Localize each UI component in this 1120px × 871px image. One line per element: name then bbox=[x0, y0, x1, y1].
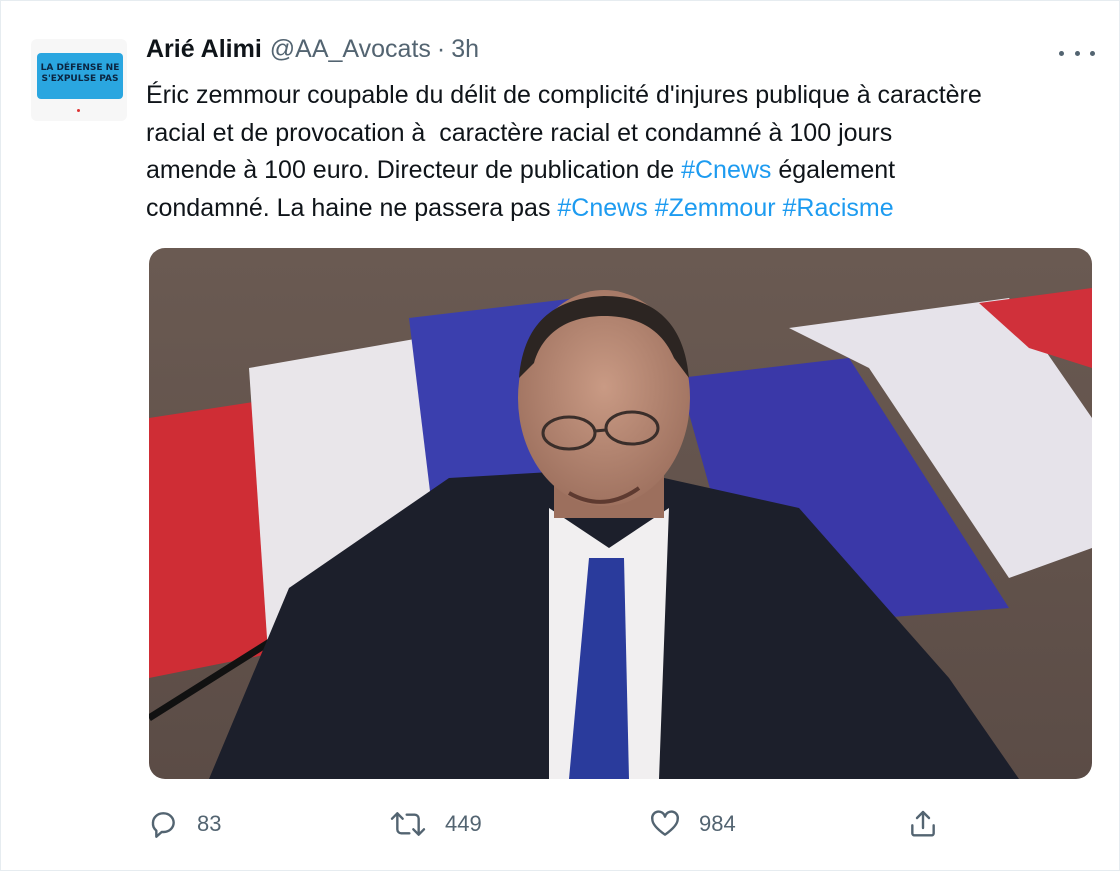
share-button[interactable] bbox=[907, 801, 957, 847]
retweet-button[interactable]: 449 bbox=[389, 801, 482, 847]
tweet-actions: 83 449 984 bbox=[1, 801, 1120, 847]
hashtag-link[interactable]: #Zemmour bbox=[655, 194, 776, 222]
tweet-text-segment: Éric zemmour coupable du délit de compli… bbox=[146, 81, 982, 109]
hashtag-link[interactable]: #Cnews bbox=[557, 194, 647, 222]
hashtag-link[interactable]: #Racisme bbox=[783, 194, 894, 222]
avatar-dot bbox=[77, 109, 80, 112]
avatar-logo: LA DÉFENSE NE S'EXPULSE PAS bbox=[37, 53, 123, 99]
header-separator: · bbox=[436, 35, 446, 63]
reply-icon bbox=[151, 812, 175, 838]
tweet-text-segment bbox=[648, 194, 655, 222]
hashtag-link[interactable]: #Cnews bbox=[681, 156, 771, 184]
author-name[interactable]: Arié Alimi bbox=[146, 35, 262, 64]
tweet-text-segment bbox=[776, 194, 783, 222]
tweet-header: Arié Alimi @AA_Avocats · 3h bbox=[146, 35, 479, 69]
retweet-count: 449 bbox=[445, 811, 482, 836]
avatar[interactable]: LA DÉFENSE NE S'EXPULSE PAS bbox=[31, 39, 127, 121]
author-handle[interactable]: @AA_Avocats bbox=[270, 35, 431, 64]
reply-button[interactable]: 83 bbox=[147, 801, 221, 847]
tweet-text-segment: également bbox=[771, 156, 896, 184]
tweet-text-segment: amende à 100 euro. Directeur de publicat… bbox=[146, 156, 682, 184]
like-count: 984 bbox=[699, 811, 736, 836]
reply-count: 83 bbox=[197, 811, 222, 836]
tweet-text-line: amende à 100 euro. Directeur de publicat… bbox=[146, 152, 1101, 190]
tweet-media-image[interactable] bbox=[149, 248, 1092, 779]
tweet-text-line: racial et de provocation à caractère rac… bbox=[146, 115, 1101, 153]
tweet-time[interactable]: 3h bbox=[451, 35, 479, 64]
tweet-text-line: condamné. La haine ne passera pas #Cnews… bbox=[146, 190, 1101, 228]
like-icon bbox=[651, 810, 679, 836]
retweet-icon bbox=[390, 812, 426, 836]
tweet-text-line: Éric zemmour coupable du délit de compli… bbox=[146, 77, 1101, 115]
tweet-text-segment: condamné. La haine ne passera pas bbox=[146, 193, 558, 222]
tweet-text: Éric zemmour coupable du délit de compli… bbox=[146, 77, 1101, 227]
like-button[interactable]: 984 bbox=[649, 801, 736, 847]
more-icon[interactable] bbox=[1059, 41, 1095, 65]
tweet-text-segment: racial et de provocation à caractère rac… bbox=[146, 118, 893, 147]
share-icon bbox=[911, 810, 935, 837]
tweet-card[interactable]: LA DÉFENSE NE S'EXPULSE PAS Arié Alimi @… bbox=[0, 0, 1120, 871]
